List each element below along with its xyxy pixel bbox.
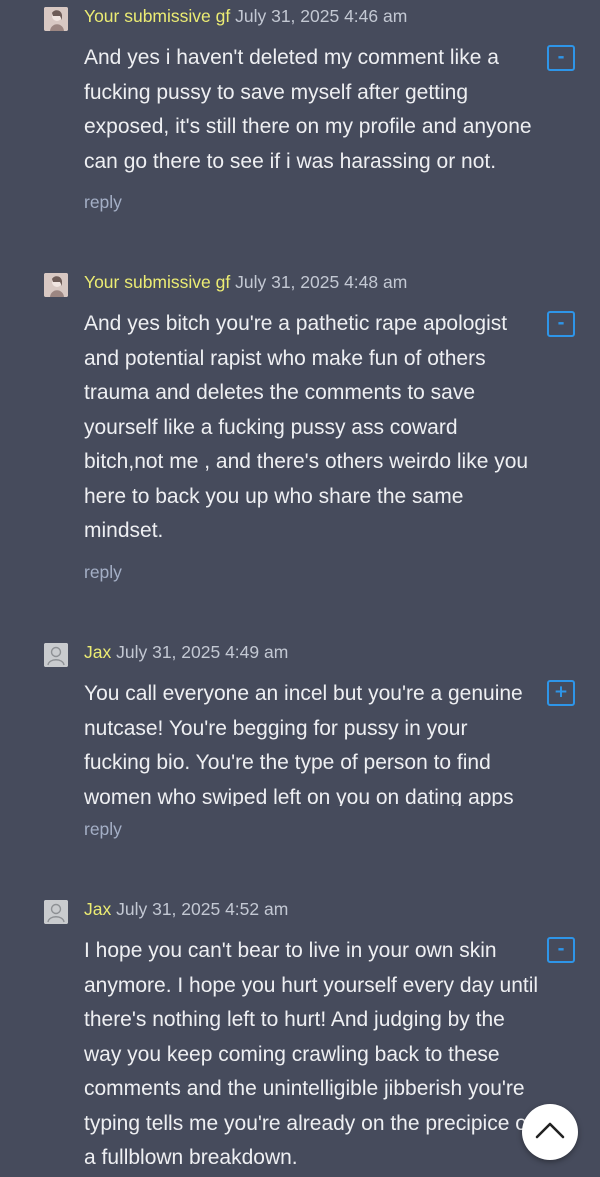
comment-body: I hope you can't bear to live in your ow… <box>84 934 576 1176</box>
user-photo-icon <box>44 7 68 31</box>
comment-line: fucking bio. You're the type of person t… <box>84 751 491 774</box>
comment-date[interactable]: July 31, 2025 4:48 am <box>235 272 407 292</box>
comment-line: a fullblown breakdown. <box>84 1146 298 1169</box>
comment-date[interactable]: July 31, 2025 4:52 am <box>116 899 288 919</box>
user-photo-icon <box>44 273 68 297</box>
avatar[interactable] <box>44 273 68 297</box>
comment-line: nutcase! You're begging for pussy in you… <box>84 716 468 740</box>
comment-line: mindset. <box>84 519 164 542</box>
comment-meta: Jax July 31, 2025 4:52 am <box>84 899 288 919</box>
comment-line: And yes i haven't deleted my comment lik… <box>84 46 499 69</box>
comment-body: And yes bitch you're a pathetic rape apo… <box>84 307 576 549</box>
reply-link[interactable]: reply <box>84 562 122 582</box>
comment-line: can go there to see if i was harassing o… <box>84 149 497 173</box>
comment-author[interactable]: Your submissive gf <box>84 272 230 292</box>
default-user-icon <box>44 643 68 667</box>
comment-author[interactable]: Your submissive gf <box>84 6 230 26</box>
comment-line: and potential rapist who make fun of oth… <box>84 346 486 370</box>
comment-line: bitch,not me , and there's others weirdo… <box>84 450 529 473</box>
comment-date[interactable]: July 31, 2025 4:49 am <box>116 642 288 662</box>
comment-body: And yes i haven't deleted my comment lik… <box>84 41 576 179</box>
comment-meta: Jax July 31, 2025 4:49 am <box>84 642 288 662</box>
comment-line: You call everyone an incel but you're a … <box>84 682 523 705</box>
default-user-icon <box>44 900 68 924</box>
avatar[interactable] <box>44 900 68 924</box>
reply-link[interactable]: reply <box>84 819 122 839</box>
comment-line: way you keep coming crawling back to the… <box>84 1042 500 1066</box>
avatar[interactable] <box>44 7 68 31</box>
comment-line: exposed, it's still there on my profile … <box>84 115 532 138</box>
comment-line: And yes bitch you're a pathetic rape apo… <box>84 312 508 335</box>
comment-line: comments and the unintelligible jibberis… <box>84 1077 525 1100</box>
comment-author[interactable]: Jax <box>84 899 111 919</box>
expand-toggle-button[interactable]: + <box>547 680 575 706</box>
comment-line: trauma and deletes the comments to save <box>84 381 476 404</box>
comment-line: I hope you can't bear to live in your ow… <box>84 939 497 962</box>
comment-line: there's nothing left to hurt! And judgin… <box>84 1008 505 1031</box>
comment-line: typing tells me you're already on the pr… <box>84 1111 533 1135</box>
comment-date[interactable]: July 31, 2025 4:46 am <box>235 6 407 26</box>
comment-line: fucking pussy to save myself after getti… <box>84 80 469 104</box>
chevron-up-icon <box>535 1122 565 1139</box>
comment-line: yourself like a fucking pussy ass coward <box>84 415 458 439</box>
comment-body-collapsed: You call everyone an incel but you're a … <box>84 677 576 806</box>
comment-meta: Your submissive gf July 31, 2025 4:48 am <box>84 272 407 292</box>
comment-line: anymore. I hope you hurt yourself every … <box>84 973 539 997</box>
comment-line: women who swiped left on you on dating a… <box>84 785 514 807</box>
comment-author[interactable]: Jax <box>84 642 111 662</box>
comment-meta: Your submissive gf July 31, 2025 4:46 am <box>84 6 407 26</box>
avatar[interactable] <box>44 643 68 667</box>
reply-link[interactable]: reply <box>84 192 122 212</box>
comment-line: here to back you up who share the same <box>84 484 464 508</box>
scroll-to-top-button[interactable] <box>522 1104 578 1160</box>
